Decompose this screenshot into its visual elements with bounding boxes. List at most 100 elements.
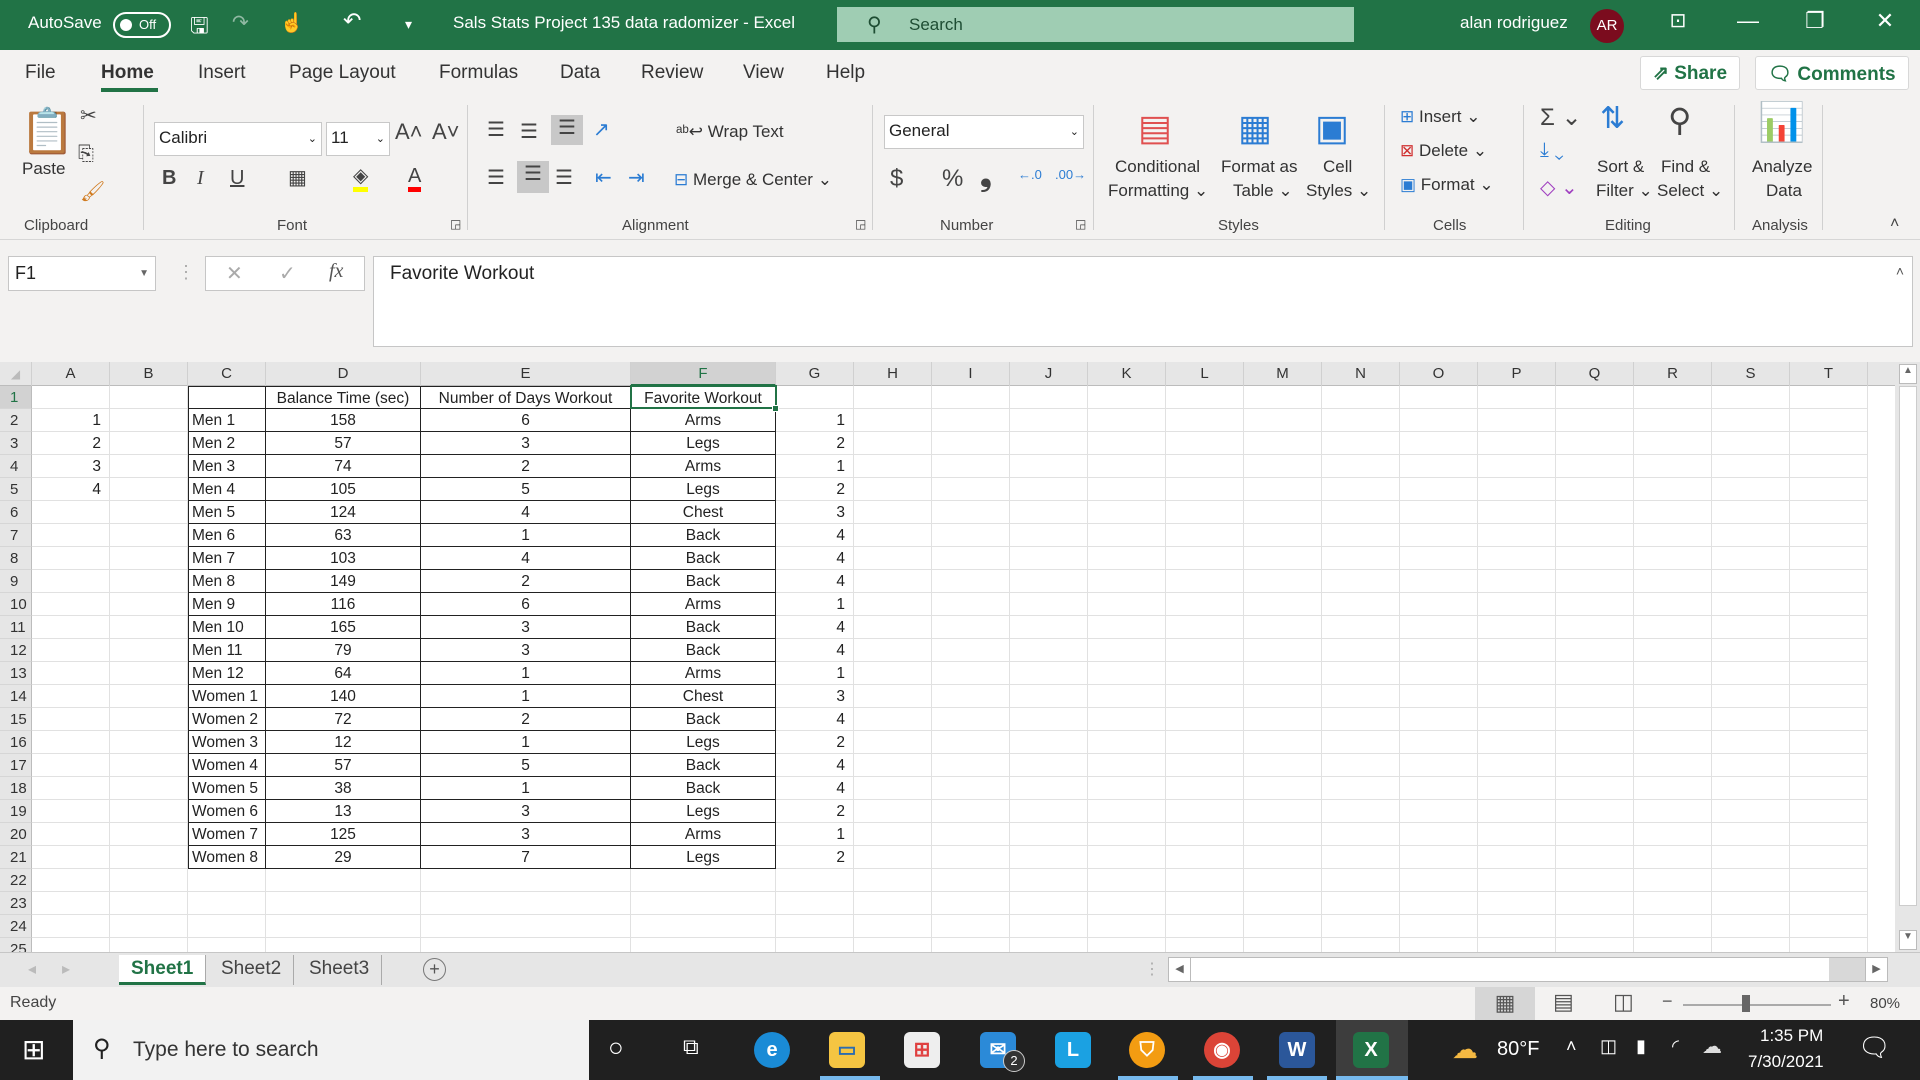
cell[interactable] [854,593,932,616]
increase-decimal-icon[interactable]: ←.0 [1018,167,1042,182]
cell[interactable] [854,800,932,823]
days-cell[interactable]: 5 [421,478,631,501]
name-cell[interactable]: Men 8 [188,570,266,593]
workout-cell[interactable]: Back [631,524,776,547]
name-box[interactable]: F1 ▼ [8,256,156,291]
days-cell[interactable]: 5 [421,754,631,777]
index-cell[interactable] [32,616,110,639]
days-cell[interactable]: 3 [421,639,631,662]
avatar[interactable]: AR [1590,9,1624,43]
cell[interactable] [932,616,1010,639]
cell[interactable] [110,455,188,478]
scroll-left-icon[interactable]: ◀ [1169,958,1191,981]
cell[interactable] [1322,386,1400,409]
cell[interactable] [1322,501,1400,524]
cell[interactable] [1322,432,1400,455]
balance-cell[interactable]: 105 [266,478,421,501]
cell[interactable] [1088,455,1166,478]
cell[interactable] [1088,915,1166,938]
cell[interactable] [1556,823,1634,846]
cell[interactable] [1478,570,1556,593]
cell[interactable] [1088,409,1166,432]
code-cell[interactable]: 2 [776,846,854,869]
sort-filter-button[interactable]: Sort & [1597,157,1644,177]
cell[interactable] [1478,800,1556,823]
cell[interactable] [1322,685,1400,708]
cell[interactable] [110,938,188,952]
sort-filter-label-2[interactable]: Filter ⌄ [1596,181,1653,201]
name-cell[interactable]: Women 8 [188,846,266,869]
sort-filter-icon[interactable]: ⇅ [1600,101,1625,136]
cell[interactable] [1790,708,1868,731]
row-header-7[interactable]: 7 [0,524,32,547]
cell-styles-label-2[interactable]: Styles ⌄ [1306,181,1371,201]
cell[interactable] [1712,478,1790,501]
cell[interactable] [1556,409,1634,432]
code-cell[interactable]: 1 [776,823,854,846]
balance-cell[interactable]: 72 [266,708,421,731]
workout-cell[interactable]: Back [631,639,776,662]
cell[interactable] [1088,662,1166,685]
cell[interactable] [1088,593,1166,616]
workout-cell[interactable]: Legs [631,846,776,869]
column-header-l[interactable]: L [1166,362,1244,386]
cell[interactable] [1010,731,1088,754]
cell[interactable] [1790,547,1868,570]
cell[interactable] [1712,593,1790,616]
row-header-6[interactable]: 6 [0,501,32,524]
cell[interactable] [110,731,188,754]
cell[interactable] [1400,524,1478,547]
balance-cell[interactable]: 103 [266,547,421,570]
cell[interactable] [1244,685,1322,708]
row-header-12[interactable]: 12 [0,639,32,662]
name-cell[interactable]: Men 4 [188,478,266,501]
workout-cell[interactable]: Back [631,777,776,800]
cell[interactable] [1010,708,1088,731]
cell[interactable] [188,386,266,409]
cell[interactable] [1244,915,1322,938]
cell[interactable] [932,685,1010,708]
cell[interactable] [110,777,188,800]
cell[interactable] [1088,708,1166,731]
code-cell[interactable]: 3 [776,501,854,524]
cell[interactable] [1556,570,1634,593]
italic-button[interactable]: I [197,167,204,190]
cell[interactable] [188,938,266,952]
cell[interactable] [1478,869,1556,892]
cell[interactable] [932,708,1010,731]
workout-cell[interactable]: Arms [631,823,776,846]
decrease-indent-icon[interactable]: ⇤ [595,165,612,190]
edge-icon[interactable]: e [754,1032,790,1068]
cell[interactable] [1322,478,1400,501]
clear-icon[interactable]: ◇ ⌄ [1540,175,1578,200]
cell[interactable] [854,846,932,869]
copy-icon[interactable]: ⎘ [78,143,94,166]
cell[interactable] [110,524,188,547]
cell[interactable] [1010,501,1088,524]
font-dialog-launcher-icon[interactable]: ◲ [450,217,461,231]
cell[interactable] [1166,501,1244,524]
column-header-e[interactable]: E [421,362,631,386]
cell[interactable] [110,662,188,685]
balance-cell[interactable]: 57 [266,754,421,777]
cell[interactable] [1634,547,1712,570]
name-cell[interactable]: Women 7 [188,823,266,846]
cell[interactable] [1244,800,1322,823]
cell[interactable] [1712,777,1790,800]
cell[interactable] [1400,455,1478,478]
weather-icon[interactable]: ☁ [1452,1034,1478,1065]
cell[interactable] [1322,455,1400,478]
cell[interactable] [32,892,110,915]
cell[interactable] [932,777,1010,800]
cell[interactable] [932,478,1010,501]
windows-start-icon[interactable]: ⊞ [22,1033,45,1066]
balance-cell[interactable]: 13 [266,800,421,823]
cell[interactable] [1166,754,1244,777]
alignment-dialog-launcher-icon[interactable]: ◲ [855,217,866,231]
cell[interactable] [1244,501,1322,524]
cell[interactable] [1166,593,1244,616]
workout-cell[interactable]: Back [631,570,776,593]
borders-icon[interactable]: ▦ [288,165,307,190]
workout-cell[interactable]: Chest [631,501,776,524]
cell[interactable] [1634,800,1712,823]
